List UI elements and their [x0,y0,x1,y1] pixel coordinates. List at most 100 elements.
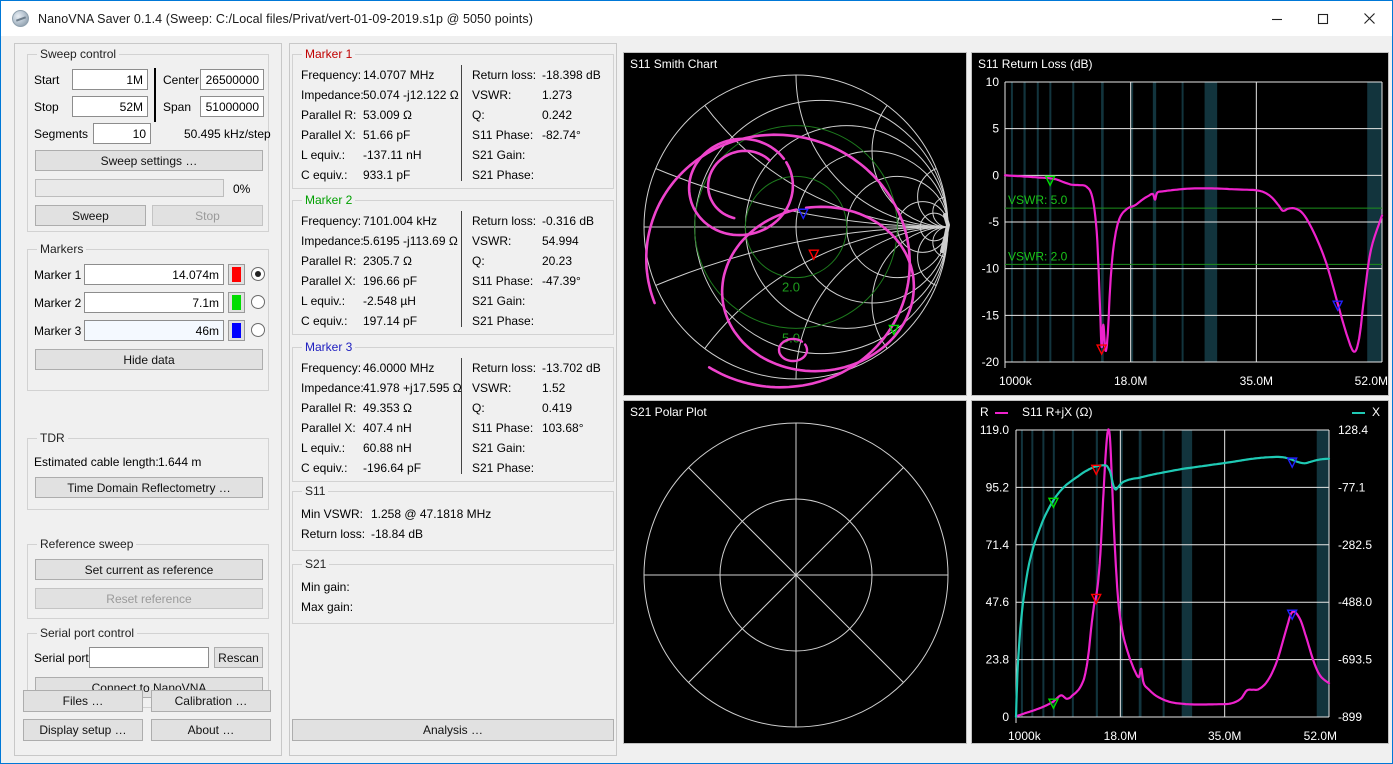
m2-r0-v: -0.316 dB [542,214,594,228]
display-setup-button[interactable]: Display setup … [23,719,143,741]
marker-1-color-swatch [232,267,241,282]
markers-title: Markers [37,242,86,256]
svg-text:-282.5: -282.5 [1338,538,1372,552]
stop-input[interactable] [72,96,148,117]
m3-r4-k: S21 Gain: [472,441,525,455]
marker-3-input[interactable] [84,320,224,341]
window-controls [1254,1,1392,36]
svg-text:5.0: 5.0 [782,330,800,345]
reset-reference-button[interactable]: Reset reference [35,588,263,609]
m2-r4-k: S21 Gain: [472,294,525,308]
m2-l5-k: C equiv.: [301,314,347,328]
svg-text:-899: -899 [1338,710,1362,724]
marker-3-divider [461,358,462,474]
svg-text:23.8: 23.8 [986,653,1010,667]
app-icon [12,10,29,27]
marker-2-color-button[interactable] [228,292,245,313]
s11-return-loss-chart[interactable]: S11 Return Loss (dB) 1050-5-10-15-201000… [971,52,1389,396]
close-button[interactable] [1346,1,1392,36]
s21-polar-canvas [624,401,967,744]
hide-data-button[interactable]: Hide data [35,349,263,370]
smith-chart[interactable]: S11 Smith Chart 2.05.0 [623,52,967,396]
m1-l5-k: C equiv.: [301,168,347,182]
m2-r3-v: -47.39° [542,274,581,288]
m3-l3-v: 407.4 nH [363,421,412,435]
svg-text:35.0M: 35.0M [1240,374,1273,388]
m1-r3-v: -82.74° [542,128,581,142]
m2-r0-k: Return loss: [472,214,536,228]
marker-3-color-button[interactable] [228,320,245,341]
m2-l2-v: 2305.7 Ω [363,254,412,268]
svg-text:95.2: 95.2 [986,480,1010,494]
m3-l4-v: 60.88 nH [363,441,412,455]
serial-port-label: Serial port [34,651,89,665]
s21-polar-chart[interactable]: S21 Polar Plot [623,400,967,744]
svg-text:-10: -10 [982,262,1000,276]
segments-input[interactable] [93,123,151,144]
svg-text:-693.5: -693.5 [1338,653,1372,667]
s21-max-gain-label: Max gain: [301,600,353,614]
sweep-button[interactable]: Sweep [35,205,146,226]
m1-r1-v: 1.273 [542,88,572,102]
title-bar: NanoVNA Saver 0.1.4 (Sweep: C:/Local fil… [0,0,1393,36]
m3-r5-k: S21 Phase: [472,461,534,475]
calibration-button[interactable]: Calibration … [151,690,271,712]
reference-sweep-title: Reference sweep [37,537,136,551]
s21-summary-title: S21 [302,557,329,571]
maximize-button[interactable] [1300,1,1346,36]
svg-text:-5: -5 [988,215,999,229]
m3-l1-v: 41.978 +j17.595 Ω [363,381,462,395]
set-reference-button[interactable]: Set current as reference [35,559,263,580]
m3-r2-v: 0.419 [542,401,572,415]
cable-length-label: Estimated cable length: [34,455,159,469]
s11-rjx-chart[interactable]: S11 R+jX (Ω) R X 119.0128.495.2-77.171.4… [971,400,1389,744]
svg-text:52.0M: 52.0M [1355,374,1388,388]
marker-1-divider [461,65,462,181]
start-label: Start [34,73,59,87]
sweep-progress-text: 0% [233,182,250,196]
marker-1-input[interactable] [84,264,224,285]
s11-summary-group: S11 Min VSWR: 1.258 @ 47.1818 MHz Return… [292,491,614,551]
m3-l2-k: Parallel R: [301,401,356,415]
rescan-button[interactable]: Rescan [214,647,263,668]
m2-r2-v: 20.23 [542,254,572,268]
minimize-icon [1271,13,1283,25]
m2-l3-v: 196.66 pF [363,274,417,288]
m3-l1-k: Impedance: [301,381,364,395]
analysis-button[interactable]: Analysis … [292,719,614,741]
minimize-button[interactable] [1254,1,1300,36]
sweep-settings-button[interactable]: Sweep settings … [35,150,263,171]
smith-chart-title: S11 Smith Chart [630,57,717,71]
marker-1-radio[interactable] [251,267,265,281]
m1-l1-v: 50.074 -j12.122 Ω [363,88,459,102]
stop-label: Stop [34,100,59,114]
about-button[interactable]: About … [151,719,271,741]
step-size-text: 50.495 kHz/step [184,127,271,141]
marker-1-color-button[interactable] [228,264,245,285]
svg-text:128.4: 128.4 [1338,423,1368,437]
stop-button[interactable]: Stop [152,205,263,226]
m2-r3-k: S11 Phase: [472,274,533,288]
svg-text:-488.0: -488.0 [1338,595,1372,609]
start-input[interactable] [72,69,148,90]
center-input[interactable] [200,69,264,90]
marker-2-color-swatch [232,295,241,310]
s21-polar-title: S21 Polar Plot [630,405,707,419]
tdr-button[interactable]: Time Domain Reflectometry … [35,477,263,498]
s11-rjx-canvas: 119.0128.495.2-77.171.4-282.547.6-488.02… [972,401,1389,744]
svg-text:10: 10 [986,75,1000,89]
s21-min-gain-label: Min gain: [301,580,350,594]
markers-group: Markers Marker 1 Marker 2 Marker 3 Hide … [27,249,269,391]
marker-1-label: Marker 1 [34,268,81,282]
s11-min-vswr-value: 1.258 @ 47.1818 MHz [371,507,491,521]
serial-port-input[interactable] [89,647,209,668]
marker-2-radio[interactable] [251,295,265,309]
marker-1-group-title: Marker 1 [302,47,355,61]
span-input[interactable] [200,96,264,117]
span-label: Span [163,100,191,114]
m2-r1-k: VSWR: [472,234,511,248]
marker-3-radio[interactable] [251,323,265,337]
files-button[interactable]: Files … [23,690,143,712]
marker-2-input[interactable] [84,292,224,313]
m1-l4-v: -137.11 nH [363,148,421,162]
